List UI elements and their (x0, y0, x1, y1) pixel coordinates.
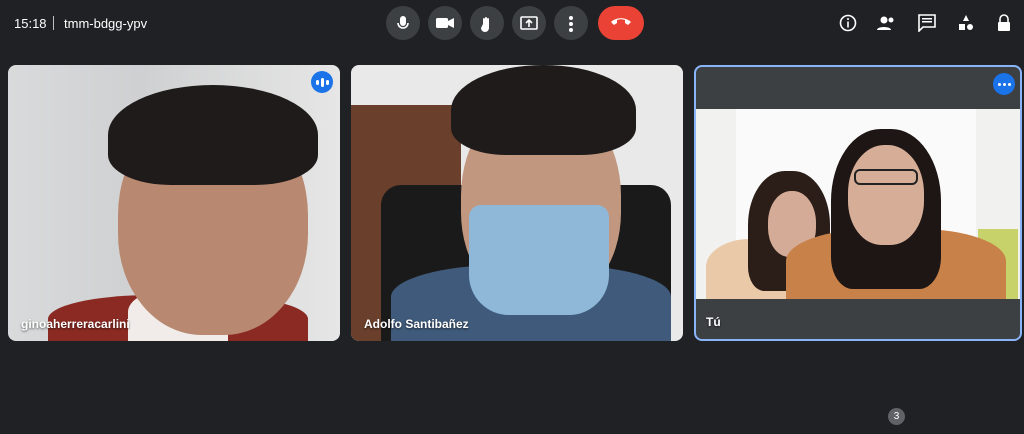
participant-name: Tú (706, 315, 721, 329)
more-options-button[interactable] (554, 6, 588, 40)
info-button[interactable] (838, 14, 858, 34)
participant-tile-ginoaherreracarlini[interactable]: ginoaherreracarlini (8, 65, 340, 341)
host-controls-icon (998, 14, 1010, 31)
video-feed (696, 109, 1020, 299)
activities-icon (959, 15, 973, 30)
participant-tile-self[interactable]: Tú (694, 65, 1022, 341)
video-feed (351, 65, 683, 341)
divider (53, 16, 54, 30)
activities-button[interactable] (956, 14, 976, 34)
microphone-button[interactable] (386, 6, 420, 40)
hair (451, 65, 636, 155)
meeting-code: tmm-bdgg-ypv (64, 16, 148, 31)
glasses (854, 169, 918, 185)
more-options-icon[interactable] (993, 73, 1015, 95)
participant-name: ginoaherreracarlini (21, 317, 130, 331)
people-icon (877, 16, 894, 30)
bottom-toolbar (0, 408, 1024, 434)
chat-icon (918, 14, 936, 32)
end-call-icon (611, 18, 631, 25)
info-icon (839, 14, 857, 32)
participant-count-badge: 3 (888, 408, 905, 425)
speaking-indicator-icon (311, 71, 333, 93)
end-call-button[interactable] (598, 6, 644, 40)
camera-button[interactable] (428, 6, 462, 40)
more-options-icon (569, 16, 573, 32)
camera-icon (436, 18, 454, 28)
raise-hand-button[interactable] (470, 6, 504, 40)
meeting-time: 15:18 (14, 16, 47, 31)
present-screen-icon (520, 16, 538, 30)
people-button[interactable] (876, 14, 896, 34)
host-controls-button[interactable] (994, 14, 1014, 34)
microphone-icon (397, 16, 409, 29)
face-mask (469, 205, 609, 315)
hair (108, 85, 318, 185)
participant-tile-adolfo[interactable]: Adolfo Santibañez (351, 65, 683, 341)
present-screen-button[interactable] (512, 6, 546, 40)
person-right-face (848, 145, 924, 245)
video-feed (8, 65, 340, 341)
chat-button[interactable] (917, 14, 937, 34)
participant-name: Adolfo Santibañez (364, 317, 469, 331)
raise-hand-icon (481, 17, 489, 32)
